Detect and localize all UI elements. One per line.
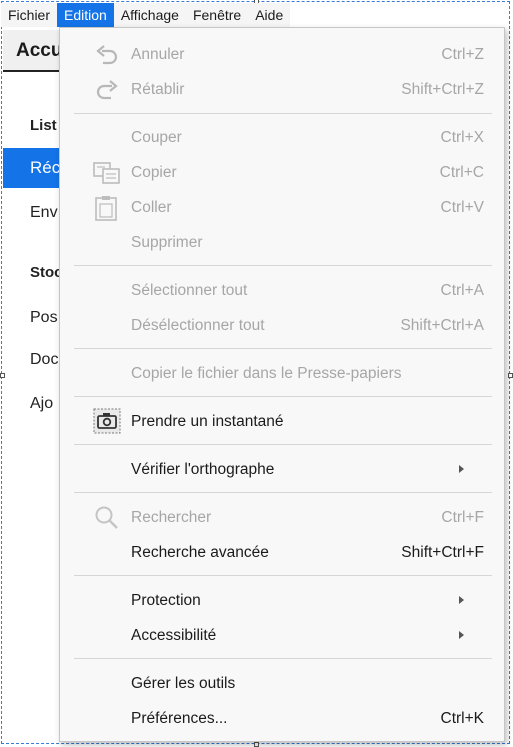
menu-item-label: Supprimer	[131, 234, 203, 251]
resize-handle[interactable]	[254, 742, 259, 747]
menu-item-cut[interactable]: Couper Ctrl+X	[60, 120, 504, 155]
menu-item-advanced-search[interactable]: Recherche avancée Shift+Ctrl+F	[60, 535, 504, 570]
resize-handle[interactable]	[0, 373, 5, 378]
shortcut-label: Ctrl+V	[440, 199, 485, 216]
menu-item-label: Copier le fichier dans le Presse-papiers	[131, 365, 402, 382]
menu-bar: Fichier Edition Affichage Fenêtre Aide	[1, 3, 291, 27]
menu-item-label: Coller	[131, 199, 172, 216]
menu-item-label: Préférences...	[131, 710, 228, 727]
sidebar-item-selected[interactable]: Réc	[3, 148, 60, 188]
menu-item-label: Accessibilité	[131, 627, 217, 644]
menu-item-protection[interactable]: Protection	[60, 583, 504, 618]
copy-icon	[93, 162, 120, 184]
menu-item-label: Prendre un instantané	[131, 413, 284, 430]
menu-item-copy[interactable]: Copier Ctrl+C	[60, 155, 504, 190]
undo-icon	[96, 45, 118, 65]
menu-item-manage-tools[interactable]: Gérer les outils	[60, 666, 504, 701]
menu-item-label: Rétablir	[131, 81, 185, 98]
menu-separator	[74, 658, 492, 659]
menu-aide[interactable]: Aide	[248, 3, 290, 27]
shortcut-label: Ctrl+F	[441, 509, 484, 526]
menu-item-accessibility[interactable]: Accessibilité	[60, 618, 504, 653]
menu-item-label: Copier	[131, 164, 177, 181]
menu-item-snapshot[interactable]: Prendre un instantané	[60, 404, 504, 439]
menu-item-label: Vérifier l'orthographe	[131, 461, 275, 478]
menu-separator	[74, 113, 492, 114]
menu-item-label: Recherche avancée	[131, 544, 269, 561]
menu-item-label: Sélectionner tout	[131, 282, 248, 299]
sidebar-item[interactable]: Env	[30, 204, 58, 222]
menu-item-undo[interactable]: Annuler Ctrl+Z	[60, 37, 504, 72]
menu-separator	[74, 444, 492, 445]
menu-separator	[74, 492, 492, 493]
sidebar-item[interactable]: Pos	[30, 309, 58, 327]
menu-item-label: Annuler	[131, 46, 185, 63]
shortcut-label: Ctrl+A	[440, 282, 485, 299]
menu-item-deselect-all[interactable]: Désélectionner tout Shift+Ctrl+A	[60, 308, 504, 343]
shortcut-label: Ctrl+X	[440, 129, 485, 146]
section-heading: List	[30, 117, 57, 134]
sidebar-item[interactable]: Doc	[30, 351, 58, 369]
menu-edition[interactable]: Edition	[57, 3, 114, 27]
menu-item-spell-check[interactable]: Vérifier l'orthographe	[60, 452, 504, 487]
menu-item-preferences[interactable]: Préférences... Ctrl+K	[60, 701, 504, 736]
menu-item-find[interactable]: Rechercher Ctrl+F	[60, 500, 504, 535]
search-icon	[95, 506, 118, 529]
resize-handle[interactable]	[508, 373, 513, 378]
shortcut-label: Shift+Ctrl+Z	[401, 81, 484, 98]
menu-item-label: Désélectionner tout	[131, 317, 265, 334]
submenu-arrow-icon	[459, 631, 464, 639]
menu-item-label: Gérer les outils	[131, 675, 236, 692]
edition-menu: Annuler Ctrl+Z Rétablir Shift+Ctrl+Z Cou…	[59, 27, 505, 742]
menu-fenetre[interactable]: Fenêtre	[186, 3, 248, 27]
menu-item-delete[interactable]: Supprimer	[60, 225, 504, 260]
redo-icon	[96, 80, 118, 100]
section-heading: Stoc	[30, 264, 63, 281]
menu-item-select-all[interactable]: Sélectionner tout Ctrl+A	[60, 273, 504, 308]
menu-item-redo[interactable]: Rétablir Shift+Ctrl+Z	[60, 72, 504, 107]
shortcut-label: Ctrl+C	[439, 164, 484, 181]
submenu-arrow-icon	[459, 465, 464, 473]
submenu-arrow-icon	[459, 596, 464, 604]
shortcut-label: Shift+Ctrl+A	[400, 317, 484, 334]
menu-item-label: Rechercher	[131, 509, 212, 526]
shortcut-label: Ctrl+Z	[441, 46, 484, 63]
menu-separator	[74, 575, 492, 576]
menu-separator	[74, 396, 492, 397]
menu-item-paste[interactable]: Coller Ctrl+V	[60, 190, 504, 225]
menu-item-label: Couper	[131, 129, 182, 146]
menu-item-copy-file[interactable]: Copier le fichier dans le Presse-papiers	[60, 356, 504, 391]
clipboard-icon	[95, 196, 117, 221]
sidebar-item[interactable]: Ajo	[30, 395, 53, 413]
menu-separator	[74, 348, 492, 349]
home-tab[interactable]: Accu	[3, 30, 62, 72]
menu-fichier[interactable]: Fichier	[1, 3, 57, 27]
camera-icon	[93, 408, 121, 434]
menu-separator	[74, 265, 492, 266]
menu-item-label: Protection	[131, 592, 201, 609]
menu-affichage[interactable]: Affichage	[114, 3, 186, 27]
shortcut-label: Shift+Ctrl+F	[401, 544, 484, 561]
shortcut-label: Ctrl+K	[440, 710, 485, 727]
